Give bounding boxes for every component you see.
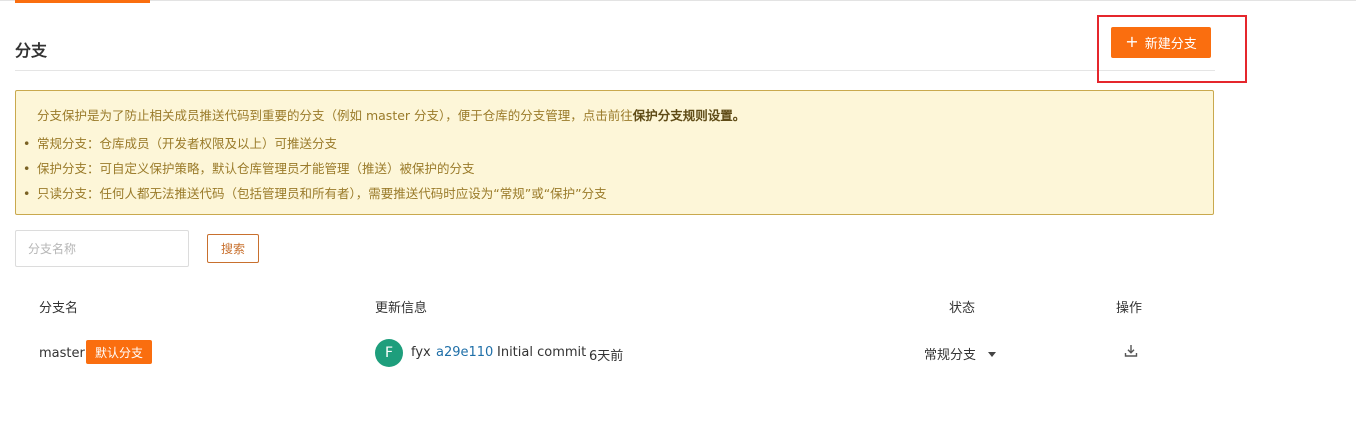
notice-item-text: 保护分支：可自定义保护策略，默认仓库管理员才能管理（推送）被保护的分支 [37,161,475,176]
download-icon[interactable] [1123,344,1139,358]
plus-icon: + [1125,32,1139,51]
notice-intro: 分支保护是为了防止相关成员推送代码到重要的分支（例如 master 分支），便于… [37,105,745,124]
page-title: 分支 [15,41,48,60]
top-border [0,0,1356,1]
bullet-icon: • [23,186,31,201]
bullet-icon: • [23,161,31,176]
column-header-actions: 操作 [1116,301,1143,316]
notice-item: • 只读分支：任何人都无法推送代码（包括管理员和所有者），需要推送代码时应设为“常… [23,184,607,209]
column-header-branch: 分支名 [39,301,79,316]
bullet-icon: • [23,136,31,151]
avatar[interactable]: F [375,339,403,367]
branch-status-value: 常规分支 [924,348,977,363]
notice-item-text: 常规分支：仓库成员（开发者权限及以上）可推送分支 [37,136,338,151]
search-button[interactable]: 搜索 [207,234,259,263]
branch-status-select[interactable]: 常规分支 [924,344,997,363]
new-branch-label: 新建分支 [1144,37,1197,52]
default-branch-badge: 默认分支 [86,340,152,364]
notice-item: • 常规分支：仓库成员（开发者权限及以上）可推送分支 [23,134,607,159]
new-branch-button[interactable]: + 新建分支 [1111,27,1211,58]
active-tab-indicator [15,0,150,3]
branch-search-input[interactable] [15,230,189,267]
column-header-update-info: 更新信息 [375,301,428,316]
branch-protection-notice: 分支保护是为了防止相关成员推送代码到重要的分支（例如 master 分支），便于… [15,90,1214,215]
column-header-status: 状态 [949,301,976,316]
protection-rules-link[interactable]: 保护分支规则设置。 [633,108,746,123]
commit-author[interactable]: fyx [411,345,431,360]
title-divider [15,70,1215,71]
branch-name-link[interactable]: master [39,346,85,361]
notice-item: • 保护分支：可自定义保护策略，默认仓库管理员才能管理（推送）被保护的分支 [23,159,607,184]
notice-item-text: 只读分支：任何人都无法推送代码（包括管理员和所有者），需要推送代码时应设为“常规… [37,186,607,201]
commit-message: Initial commit [497,345,587,360]
notice-intro-text: 分支保护是为了防止相关成员推送代码到重要的分支（例如 master 分支），便于… [37,108,633,123]
commit-time: 6天前 [589,349,624,364]
commit-hash-link[interactable]: a29e110 [436,345,493,360]
caret-down-icon [988,351,997,357]
notice-list: • 常规分支：仓库成员（开发者权限及以上）可推送分支 • 保护分支：可自定义保护策略… [23,134,607,209]
